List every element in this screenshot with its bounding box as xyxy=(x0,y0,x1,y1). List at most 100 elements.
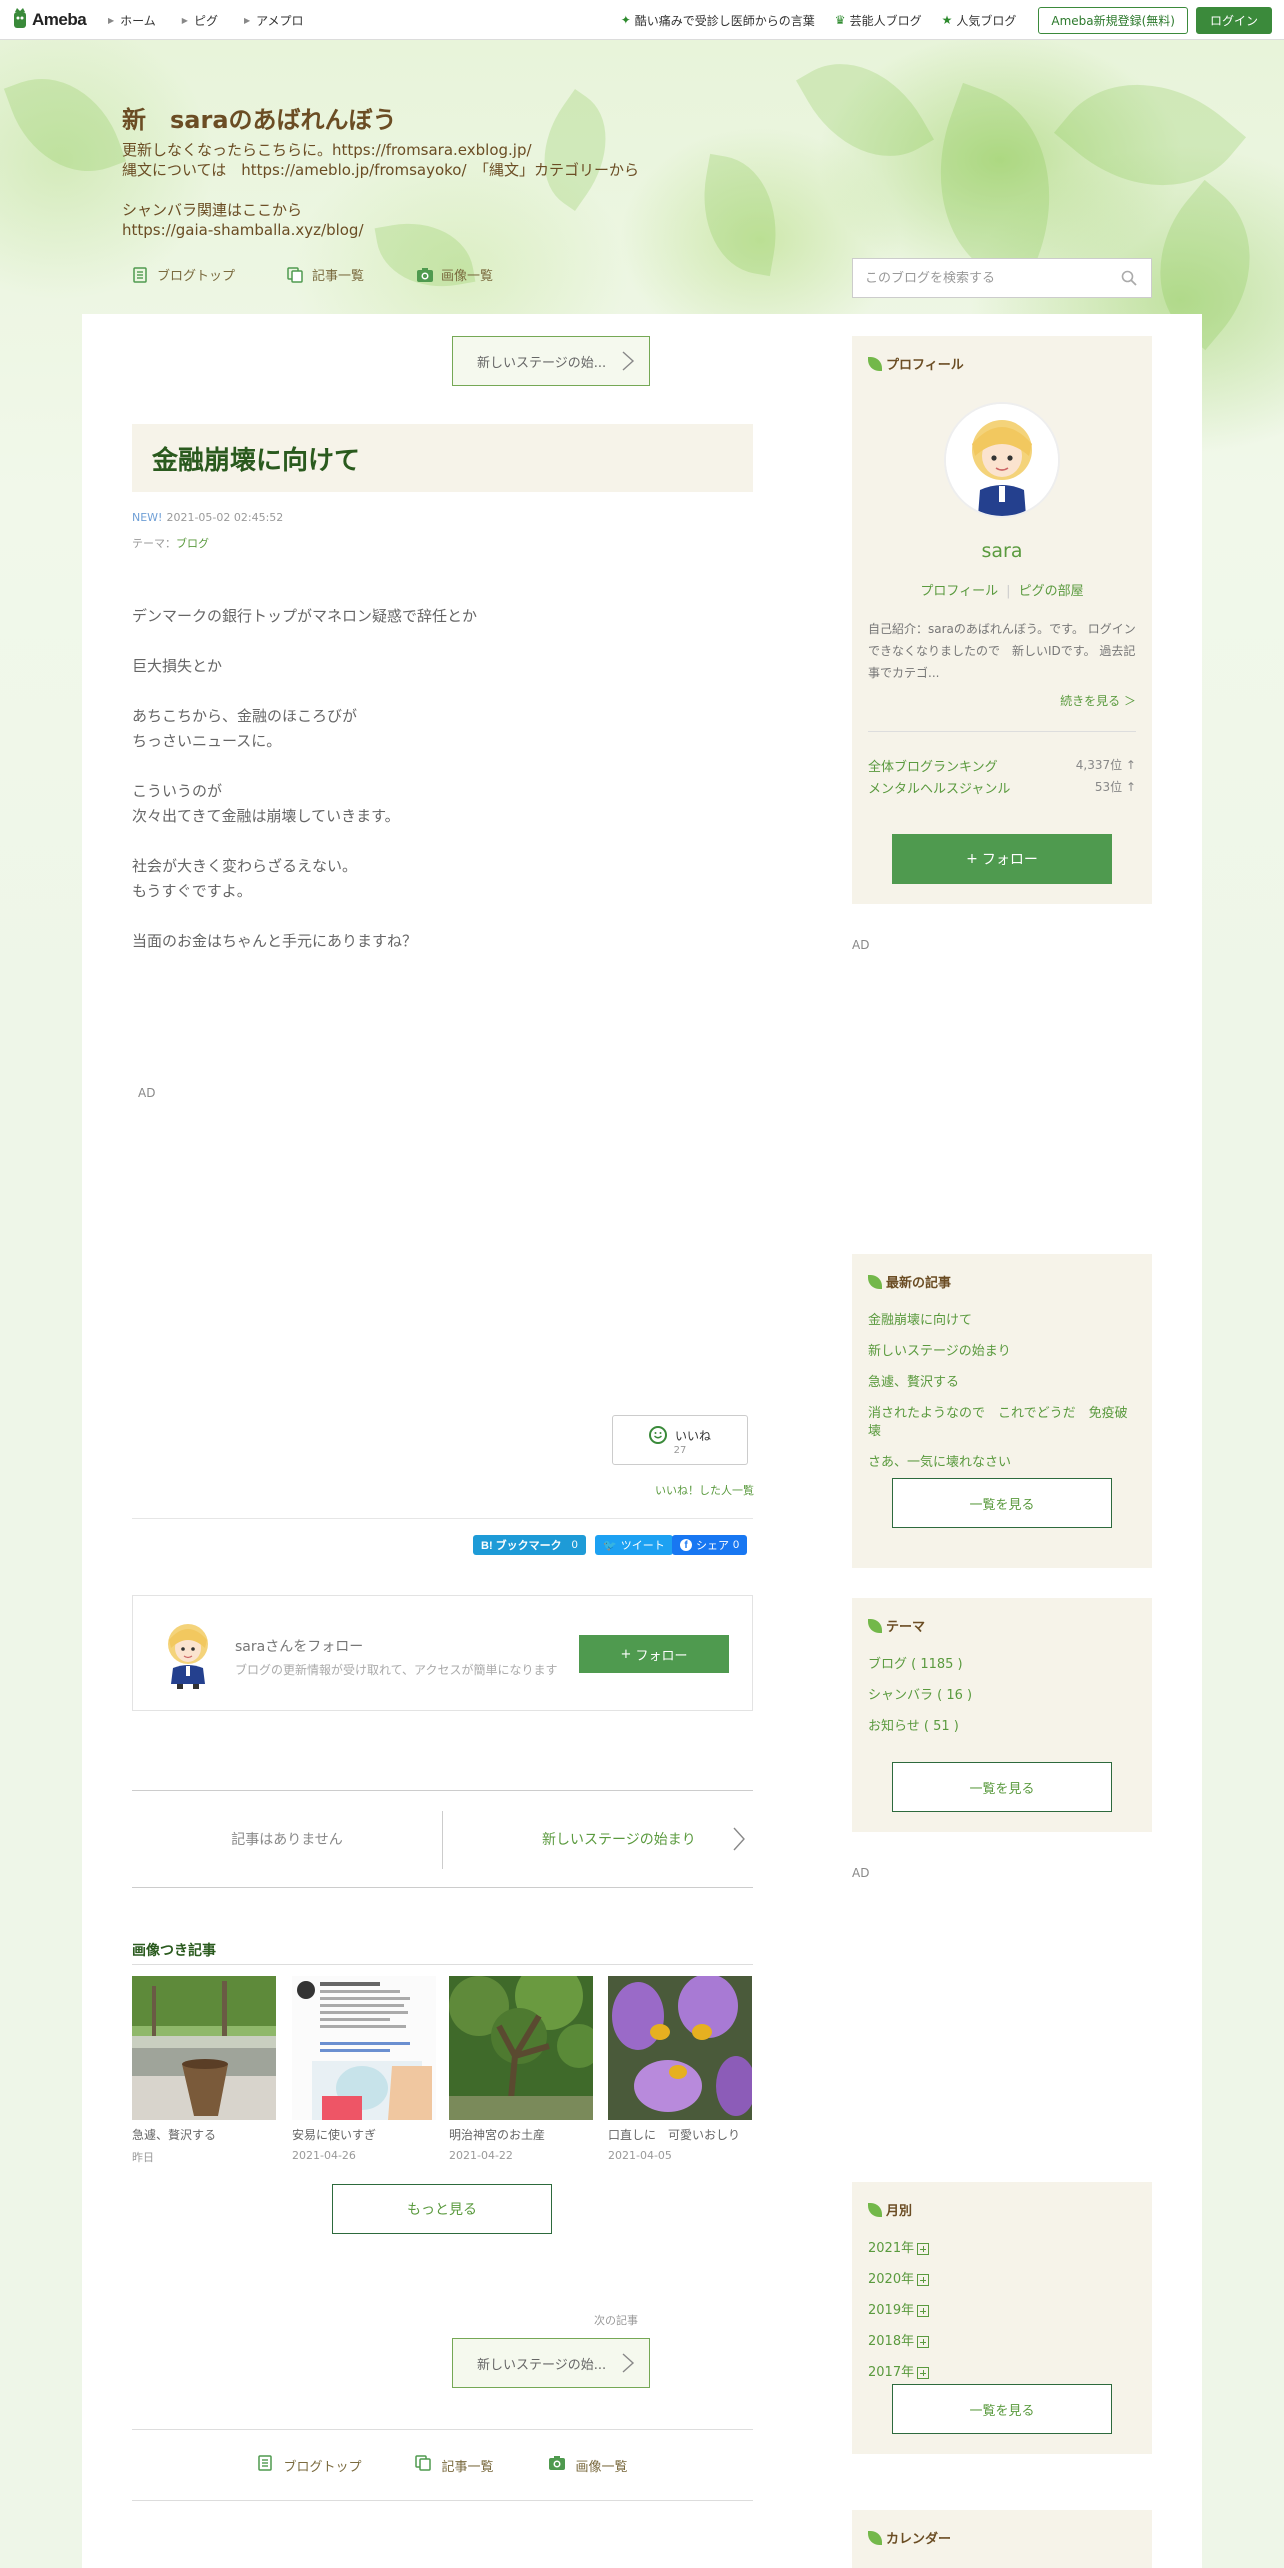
follow-card-description: ブログの更新情報が受け取れて、アクセスが簡単になります xyxy=(235,1663,558,1677)
pigg-room-link[interactable]: ピグの部屋 xyxy=(1019,584,1084,599)
recent-article-link[interactable]: さあ、一気に壊れなさい xyxy=(868,1454,1136,1472)
search-icon[interactable] xyxy=(1121,270,1137,286)
expand-plus-icon[interactable] xyxy=(917,2305,930,2317)
themes-list-button[interactable]: 一覧を見る xyxy=(892,1762,1112,1812)
profile-link[interactable]: プロフィール xyxy=(920,584,998,599)
leaf-icon xyxy=(868,2202,882,2217)
global-nav-right: ✦ 酷い痛みで受診し医師からの言葉 ♛ 芸能人ブログ ★ 人気ブログ Ameba新規登… xyxy=(621,0,1272,40)
bottom-nav-images[interactable]: 画像一覧 xyxy=(548,2455,628,2475)
month-item[interactable]: 2020年 xyxy=(868,2271,1136,2289)
leaf-icon xyxy=(868,356,882,371)
article-datetime: 2021-05-02 02:45:52 xyxy=(166,511,284,524)
blog-nav-list[interactable]: 記事一覧 xyxy=(287,265,364,284)
recent-heading: 最新の記事 xyxy=(868,1272,951,1291)
recent-list-button[interactable]: 一覧を見る xyxy=(892,1478,1112,1528)
article-paragraph: 社会が大きく変わらざるえない。 もうすぐですよ。 xyxy=(132,857,358,900)
pager-next-link[interactable]: 新しいステージの始まり xyxy=(542,1829,696,1849)
blog-nav-top[interactable]: ブログトップ xyxy=(132,265,235,284)
login-button[interactable]: ログイン xyxy=(1195,6,1272,34)
nav-trending-topic[interactable]: ✦ 酷い痛みで受診し医師からの言葉 xyxy=(621,12,815,29)
image-article-card[interactable]: 口直しに 可愛いおしり 2021-04-05 xyxy=(608,1976,752,2162)
ameba-logo[interactable]: Ameba xyxy=(12,8,87,32)
month-item[interactable]: 2019年 xyxy=(868,2302,1136,2320)
recent-article-link[interactable]: 新しいステージの始まり xyxy=(868,1343,1136,1361)
image-article-card[interactable]: 明治神宮のお土産 2021-04-22 xyxy=(449,1976,593,2162)
profile-name[interactable]: sara xyxy=(852,540,1152,562)
profile-description: 自己紹介：saraのあばれんぼう。です。 ログインできなくなりましたので 新しい… xyxy=(868,622,1136,680)
image-article-date: 2021-04-05 xyxy=(608,2149,672,2162)
image-article-caption: 明治神宮のお土産 xyxy=(449,2128,546,2142)
tweet-label: ツイート xyxy=(620,1540,665,1552)
theme-link[interactable]: シャンバラ ( 16 ) xyxy=(868,1687,1136,1705)
profile-links: プロフィール | ピグの部屋 xyxy=(852,580,1152,599)
recent-article-link[interactable]: 急遽、贅沢する xyxy=(868,1374,1136,1392)
bottom-nav-top[interactable]: ブログトップ xyxy=(257,2455,361,2475)
ad-label: AD xyxy=(138,1086,156,1100)
nav-amepro[interactable]: ▶ アメプロ xyxy=(244,12,304,29)
sidebar-follow-button[interactable]: + フォロー xyxy=(892,834,1112,884)
theme-link[interactable]: ブログ ( 1185 ) xyxy=(868,1656,1136,1674)
image-article-card[interactable]: 安易に使いすぎ 2021-04-26 xyxy=(292,1976,436,2162)
profile-more-link[interactable]: 続きを見る ＞ xyxy=(1060,692,1136,709)
article-pager: 記事はありません 新しいステージの始まり xyxy=(132,1790,753,1888)
chevron-right-icon[interactable] xyxy=(733,1827,745,1851)
expand-plus-icon[interactable] xyxy=(917,2274,930,2286)
follow-button[interactable]: + フォロー xyxy=(579,1635,729,1673)
ranking-row[interactable]: メンタルヘルスジャンル 53位 ↑ xyxy=(868,778,1136,797)
theme-prefix: テーマ： xyxy=(132,537,176,550)
tweet-button[interactable]: 🐦 ツイート xyxy=(595,1535,673,1555)
bottom-nav-top-label: ブログトップ xyxy=(283,2459,362,2475)
nav-celebrity-label: 芸能人ブログ xyxy=(849,13,922,28)
nav-pigg[interactable]: ▶ ピグ xyxy=(182,12,218,29)
crown-icon: ♛ xyxy=(834,13,846,27)
thumbnail-screenshot xyxy=(292,1976,436,2120)
hatena-bookmark-button[interactable]: B! ブックマーク 0 xyxy=(473,1535,586,1555)
expand-plus-icon[interactable] xyxy=(917,2243,930,2255)
prev-article-label: 新しいステージの始... xyxy=(477,355,607,371)
register-button[interactable]: Ameba新規登録(無料) xyxy=(1038,6,1188,34)
month-label: 2017年 xyxy=(868,2365,915,2380)
blog-title[interactable]: 新 saraのあばれんぼう xyxy=(122,100,397,135)
month-label: 2021年 xyxy=(868,2241,915,2256)
image-article-card[interactable]: 急遽、贅沢する 昨日 xyxy=(132,1976,276,2165)
nav-home-label: ホーム xyxy=(120,13,156,28)
monthly-heading: 月別 xyxy=(868,2200,912,2219)
expand-plus-icon[interactable] xyxy=(917,2367,930,2379)
theme-link[interactable]: お知らせ ( 51 ) xyxy=(868,1718,1136,1736)
recent-article-link[interactable]: 消されたようなので これでどうだ 免疫破壊 xyxy=(868,1405,1136,1441)
more-images-button[interactable]: もっと見る xyxy=(332,2184,552,2234)
ranking-value: 4,337位 ↑ xyxy=(1075,758,1136,772)
profile-avatar[interactable] xyxy=(944,402,1060,518)
next-article-label: 次の記事 xyxy=(594,2314,638,2327)
nav-popular-blog[interactable]: ★ 人気ブログ xyxy=(942,12,1017,29)
nav-celebrity-blog[interactable]: ♛ 芸能人ブログ xyxy=(835,12,922,29)
article-theme: テーマ：ブログ xyxy=(132,535,209,551)
iine-list-link[interactable]: いいね！した人一覧 xyxy=(655,1482,754,1498)
ranking-row[interactable]: 全体ブログランキング 4,337位 ↑ xyxy=(868,756,1136,775)
thumbnail-park-coffee xyxy=(132,1976,276,2120)
monthly-list: 2021年 2020年 2019年 2018年 2017年 xyxy=(868,2240,1136,2395)
month-item[interactable]: 2021年 xyxy=(868,2240,1136,2258)
blog-search-input[interactable] xyxy=(865,270,1105,286)
article-title[interactable]: 金融崩壊に向けて xyxy=(152,440,360,477)
sparkle-icon: ✦ xyxy=(620,13,631,27)
article-meta: NEW! 2021-05-02 02:45:52 xyxy=(132,511,283,524)
iine-button[interactable]: いいね 27 xyxy=(612,1415,748,1465)
pager-prev: 記事はありません xyxy=(231,1832,343,1848)
bottom-nav-list[interactable]: 記事一覧 xyxy=(415,2455,494,2475)
month-item[interactable]: 2018年 xyxy=(868,2333,1136,2351)
theme-link[interactable]: ブログ xyxy=(176,537,209,550)
facebook-share-button[interactable]: f シェア 0 xyxy=(672,1535,748,1555)
next-article-button[interactable]: 新しいステージの始... xyxy=(452,2338,650,2388)
divider xyxy=(868,731,1136,732)
expand-plus-icon[interactable] xyxy=(917,2336,930,2348)
blog-search xyxy=(852,258,1152,298)
nav-home[interactable]: ▶ ホーム xyxy=(108,12,156,29)
prev-article-button[interactable]: 新しいステージの始... xyxy=(452,336,650,386)
month-item[interactable]: 2017年 xyxy=(868,2364,1136,2382)
recent-article-link[interactable]: 金融崩壊に向けて xyxy=(868,1312,1136,1330)
thumbnail-flowers xyxy=(608,1976,752,2120)
monthly-list-button[interactable]: 一覧を見る xyxy=(892,2384,1112,2434)
blog-nav-images[interactable]: 画像一覧 xyxy=(416,265,493,284)
leaf-icon xyxy=(868,2530,882,2545)
